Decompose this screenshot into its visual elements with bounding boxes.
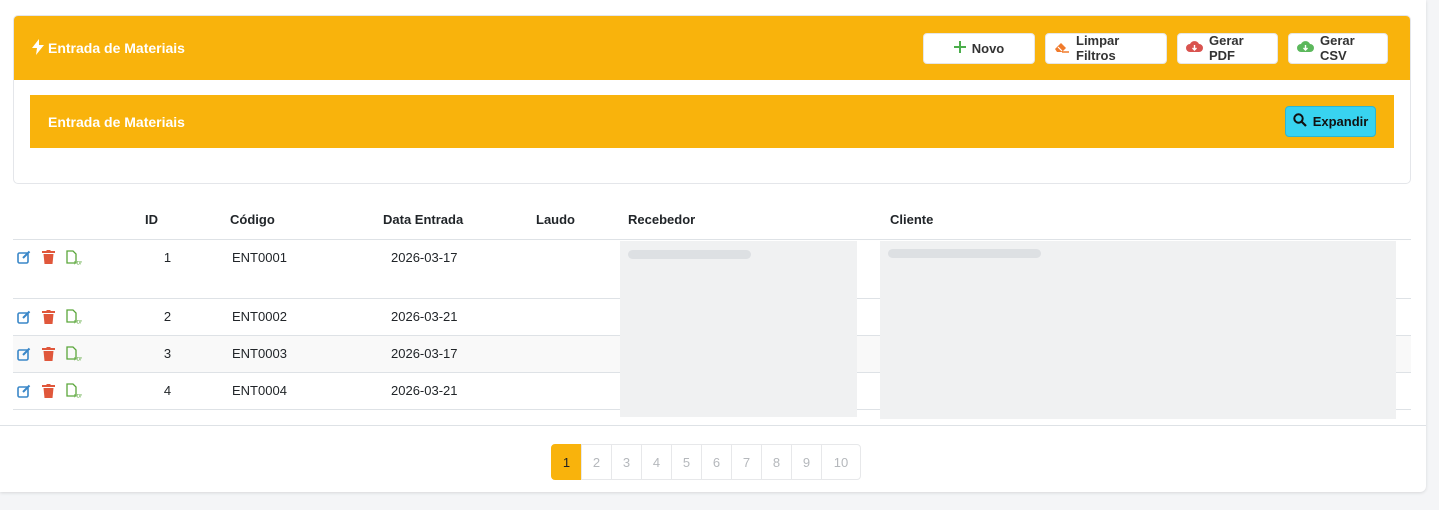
search-icon xyxy=(1292,113,1307,130)
skeleton-bar xyxy=(628,250,751,259)
row-actions: PDF xyxy=(13,298,145,336)
cliente-column-header[interactable]: Cliente xyxy=(890,201,1411,240)
id-column-header[interactable]: ID xyxy=(145,201,230,240)
gerar-pdf-button[interactable]: Gerar PDF xyxy=(1177,32,1278,64)
laudo-column-header[interactable]: Laudo xyxy=(536,201,628,240)
trash-icon[interactable] xyxy=(42,250,55,264)
novo-button[interactable]: Novo xyxy=(923,32,1035,64)
row-id: 3 xyxy=(145,335,230,373)
header-actions: Novo Limpar Filtros Gerar PDF Gerar CSV xyxy=(923,32,1388,64)
row-data: 2026-03-21 xyxy=(383,298,536,336)
trash-icon[interactable] xyxy=(42,383,55,398)
row-laudo xyxy=(536,298,628,336)
svg-text:PDF: PDF xyxy=(74,394,82,399)
row-laudo xyxy=(536,335,628,373)
bolt-icon xyxy=(32,38,48,58)
table-header-row: ID Código Data Entrada Laudo Recebedor C… xyxy=(13,201,1411,240)
pdf-label: Gerar PDF xyxy=(1209,33,1244,63)
row-codigo: ENT0004 xyxy=(230,372,383,410)
svg-text:PDF: PDF xyxy=(74,260,82,265)
page-1[interactable]: 1 xyxy=(551,444,582,480)
limpar-label: Limpar Filtros xyxy=(1076,33,1120,63)
expandir-button[interactable]: Expandir xyxy=(1285,106,1376,137)
row-actions: PDF xyxy=(13,335,145,373)
pdf-file-icon[interactable]: PDF xyxy=(66,346,82,361)
filter-title: Entrada de Materiais xyxy=(48,113,185,130)
recebedor-column-header[interactable]: Recebedor xyxy=(628,201,890,240)
csv-label: Gerar CSV xyxy=(1320,33,1355,63)
expandir-label: Expandir xyxy=(1312,114,1369,129)
page-10[interactable]: 10 xyxy=(821,444,861,480)
actions-column-header xyxy=(13,201,145,240)
edit-icon[interactable] xyxy=(17,347,31,361)
pdf-file-icon[interactable]: PDF xyxy=(66,249,82,265)
row-id: 4 xyxy=(145,372,230,410)
row-data: 2026-03-21 xyxy=(383,372,536,410)
pagination: 1 2 3 4 5 6 7 8 9 10 xyxy=(551,444,861,480)
page-7[interactable]: 7 xyxy=(731,444,762,480)
filter-card: Entrada de Materiais Novo Limpar Filtros… xyxy=(13,15,1411,184)
row-laudo xyxy=(536,239,628,299)
plus-icon xyxy=(953,40,966,56)
row-codigo: ENT0003 xyxy=(230,335,383,373)
row-id: 1 xyxy=(145,239,230,299)
cloud-download-icon xyxy=(1186,40,1203,56)
table-footer-divider xyxy=(0,425,1426,426)
novo-label: Novo xyxy=(971,40,1005,56)
row-laudo xyxy=(536,372,628,410)
row-codigo: ENT0001 xyxy=(230,239,383,299)
page-4[interactable]: 4 xyxy=(641,444,672,480)
skeleton-bar xyxy=(888,249,1041,258)
gerar-csv-button[interactable]: Gerar CSV xyxy=(1288,32,1388,64)
page-2[interactable]: 2 xyxy=(581,444,612,480)
eraser-icon xyxy=(1054,41,1070,56)
page-title-text: Entrada de Materiais xyxy=(48,40,185,56)
pdf-file-icon[interactable]: PDF xyxy=(66,383,82,398)
svg-text:PDF: PDF xyxy=(74,320,82,325)
row-id: 2 xyxy=(145,298,230,336)
page-3[interactable]: 3 xyxy=(611,444,642,480)
limpar-filtros-button[interactable]: Limpar Filtros xyxy=(1045,32,1167,64)
cloud-download-icon xyxy=(1297,40,1314,56)
svg-text:PDF: PDF xyxy=(74,357,82,362)
edit-icon[interactable] xyxy=(17,310,31,324)
row-codigo: ENT0002 xyxy=(230,298,383,336)
edit-icon[interactable] xyxy=(17,250,31,264)
row-actions: PDF xyxy=(13,239,145,299)
page-title: Entrada de Materiais xyxy=(32,38,185,58)
page-5[interactable]: 5 xyxy=(671,444,702,480)
row-actions: PDF xyxy=(13,372,145,410)
recebedor-loading-placeholder xyxy=(620,241,857,417)
trash-icon[interactable] xyxy=(42,346,55,361)
codigo-column-header[interactable]: Código xyxy=(230,201,383,240)
page-6[interactable]: 6 xyxy=(701,444,732,480)
filter-header: Entrada de Materiais Expandir xyxy=(30,95,1394,148)
cliente-loading-placeholder xyxy=(880,241,1396,419)
trash-icon[interactable] xyxy=(42,309,55,324)
edit-icon[interactable] xyxy=(17,384,31,398)
data-entrada-column-header[interactable]: Data Entrada xyxy=(383,201,536,240)
page-8[interactable]: 8 xyxy=(761,444,792,480)
row-data: 2026-03-17 xyxy=(383,335,536,373)
row-data: 2026-03-17 xyxy=(383,239,536,299)
page-header: Entrada de Materiais Novo Limpar Filtros… xyxy=(14,16,1410,80)
pdf-file-icon[interactable]: PDF xyxy=(66,309,82,324)
page-9[interactable]: 9 xyxy=(791,444,822,480)
